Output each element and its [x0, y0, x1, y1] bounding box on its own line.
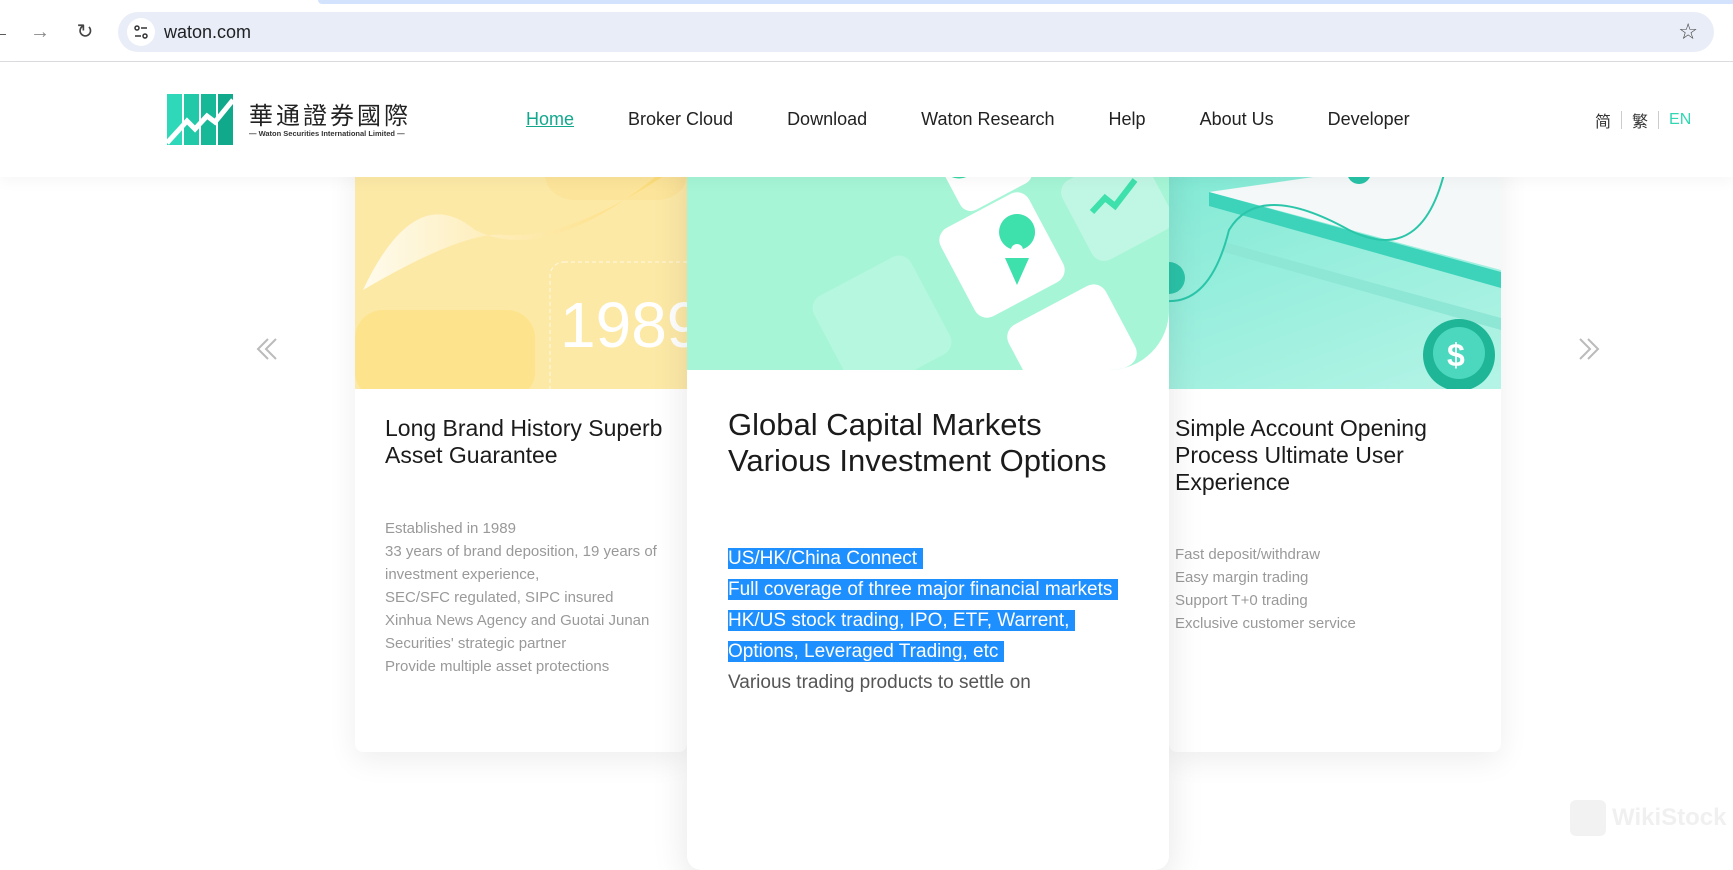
list-item: 33 years of brand deposition, 19 years o…: [385, 543, 657, 583]
back-button[interactable]: ←: [0, 18, 14, 46]
feature-card-brand-history[interactable]: 1989 Long Brand History Superb Asset Gua…: [355, 150, 687, 752]
forward-button[interactable]: →: [26, 18, 54, 46]
arrow-right-icon: →: [30, 21, 50, 43]
reload-button[interactable]: ↻: [71, 18, 99, 46]
lang-divider: [1658, 111, 1660, 129]
list-item: Established in 1989: [385, 520, 516, 537]
list-item: Provide multiple asset protections: [385, 658, 610, 675]
card-feature-list-selected: US/HK/China Connect Full coverage of thr…: [728, 543, 1128, 698]
logo[interactable]: 華通證券國際 — Waton Securities International …: [165, 94, 408, 146]
site-header: 華通證券國際 — Waton Securities International …: [0, 62, 1733, 177]
lang-simplified[interactable]: 简: [1595, 108, 1611, 132]
list-item: Exclusive customer service: [1175, 615, 1356, 632]
card-title: Long Brand History Superb Asset Guarante…: [385, 415, 663, 468]
card-title: Global Capital Markets Various Investmen…: [728, 407, 1107, 478]
bookmark-star-icon[interactable]: ☆: [1678, 18, 1698, 46]
logo-chinese-name: 華通證券國際: [249, 102, 411, 130]
card-title: Simple Account Opening Process Ultimate …: [1175, 415, 1427, 495]
carousel-prev-icon[interactable]: [250, 331, 286, 367]
logo-english-name: — Waton Securities International Limited…: [249, 129, 405, 138]
nav-about-us[interactable]: About Us: [1200, 109, 1274, 130]
address-bar[interactable]: waton.com ☆: [118, 12, 1714, 52]
year-1989-text: 1989: [560, 289, 687, 361]
list-item-selected: HK/US stock trading, IPO, ETF, Warrent, …: [728, 610, 1076, 662]
nav-download[interactable]: Download: [787, 109, 867, 130]
logo-chart-icon: [165, 94, 235, 145]
lang-english[interactable]: EN: [1669, 111, 1691, 129]
main-nav: Home Broker Cloud Download Waton Researc…: [526, 109, 1464, 130]
nav-help[interactable]: Help: [1109, 109, 1146, 130]
list-item: Various trading products to settle on: [728, 672, 1031, 693]
nav-broker-cloud[interactable]: Broker Cloud: [628, 109, 733, 130]
nav-waton-research[interactable]: Waton Research: [921, 109, 1054, 130]
arrow-left-icon: ←: [0, 21, 10, 43]
watermark-text: WikiStock: [1612, 804, 1727, 831]
tune-icon: [134, 25, 148, 39]
browser-toolbar: ← → ↻ waton.com ☆: [0, 0, 1733, 62]
list-item: Xinhua News Agency and Guotai Junan Secu…: [385, 612, 650, 652]
nav-home[interactable]: Home: [526, 109, 574, 130]
site-info-button[interactable]: [127, 18, 155, 46]
card-illustration-markets: [687, 150, 1169, 370]
dollar-coin-icon: $: [1447, 337, 1465, 373]
list-item-selected: Full coverage of three major financial m…: [728, 579, 1119, 600]
list-item: Easy margin trading: [1175, 569, 1309, 586]
list-item: Fast deposit/withdraw: [1175, 546, 1321, 563]
list-item-selected: US/HK/China Connect: [728, 548, 924, 569]
feature-card-account-opening[interactable]: $ Simple Account Opening Process Ultimat…: [1169, 150, 1501, 752]
list-item: SEC/SFC regulated, SIPC insured: [385, 589, 614, 606]
wikistock-watermark: WikiStock: [1570, 800, 1726, 836]
card-feature-list: Established in 1989 33 years of brand de…: [385, 517, 685, 678]
feature-card-global-markets[interactable]: Global Capital Markets Various Investmen…: [687, 150, 1169, 870]
nav-developer[interactable]: Developer: [1328, 109, 1410, 130]
list-item: Support T+0 trading: [1175, 592, 1308, 609]
language-switcher: 简 繁 EN: [1595, 108, 1691, 132]
card-illustration-1989: 1989: [355, 150, 687, 389]
reload-icon: ↻: [76, 21, 94, 43]
carousel-next-icon[interactable]: [1570, 331, 1606, 367]
lang-divider: [1621, 111, 1623, 129]
card-illustration-coin: $: [1169, 150, 1501, 389]
lang-traditional[interactable]: 繁: [1632, 108, 1648, 132]
url-text[interactable]: waton.com: [164, 22, 251, 43]
wikistock-logo-icon: [1570, 800, 1606, 836]
card-feature-list: Fast deposit/withdraw Easy margin tradin…: [1175, 543, 1475, 635]
